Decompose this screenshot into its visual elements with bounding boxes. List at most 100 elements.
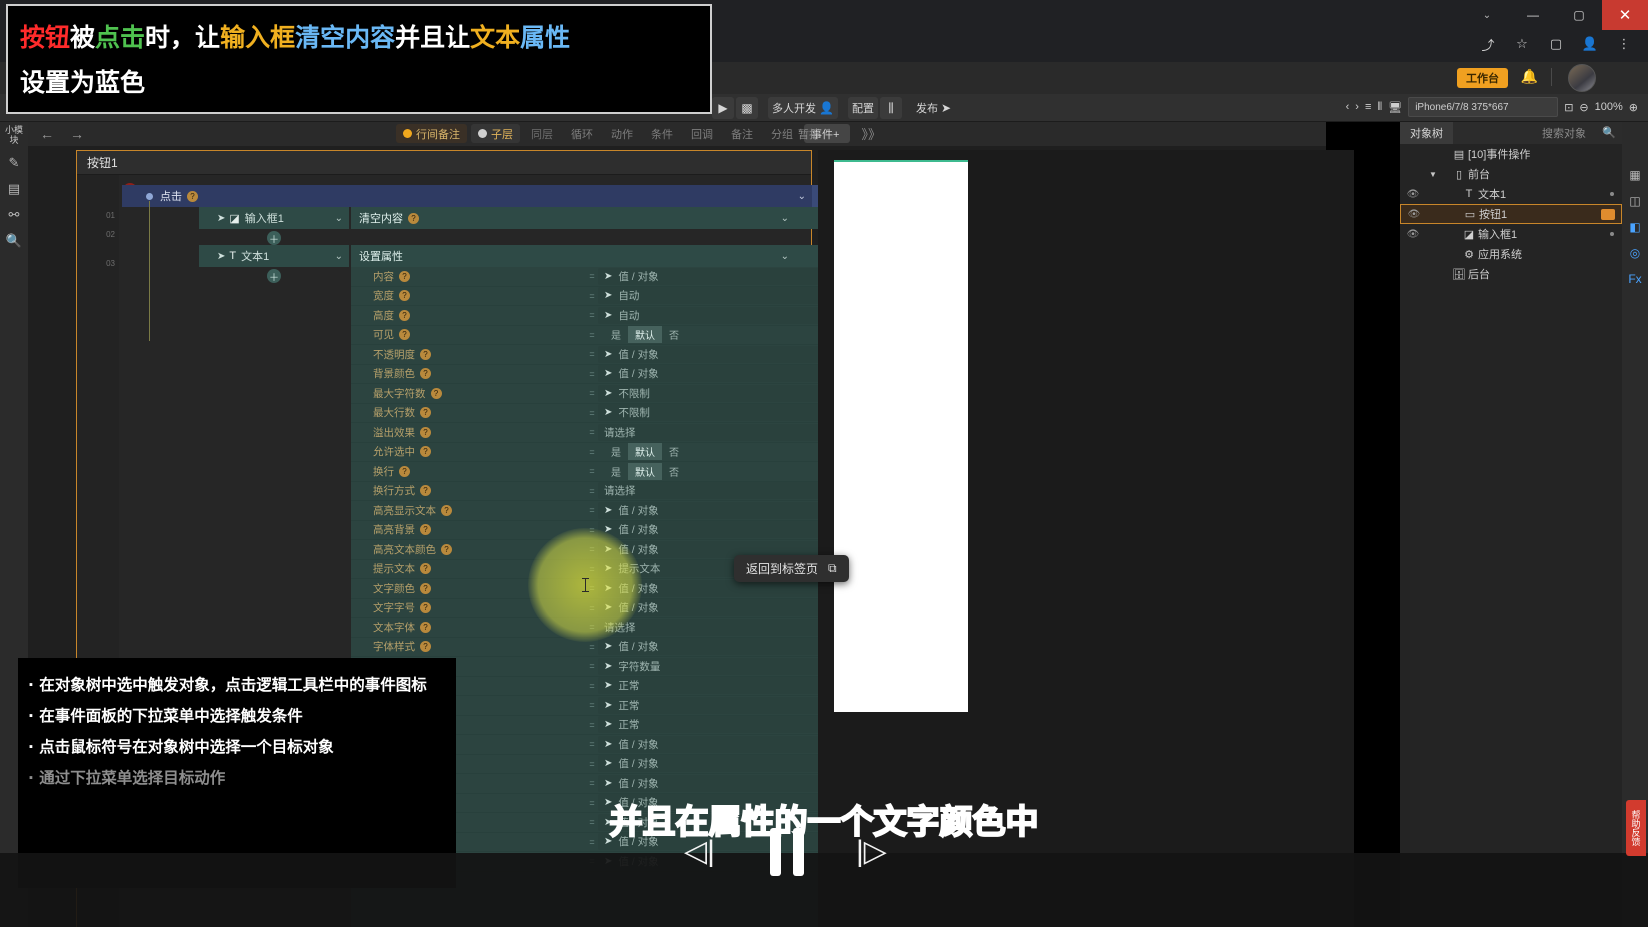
- help-icon[interactable]: ?: [420, 641, 431, 653]
- help-icon[interactable]: ?: [420, 368, 431, 380]
- help-icon[interactable]: ?: [399, 290, 410, 302]
- pause-button[interactable]: [770, 828, 781, 876]
- help-icon[interactable]: ?: [420, 621, 431, 633]
- chip-group[interactable]: 分组: [764, 124, 800, 143]
- pencil-icon[interactable]: ✎: [0, 150, 28, 176]
- help-icon[interactable]: ?: [187, 190, 198, 202]
- chip-loop[interactable]: 循环: [564, 124, 600, 143]
- eye-icon[interactable]: 👁: [1401, 209, 1427, 220]
- chevron-down-icon[interactable]: ▼: [1426, 170, 1440, 179]
- window-icon[interactable]: ▢: [1546, 34, 1566, 54]
- object-tree-row[interactable]: ▼ ▯ 前台: [1400, 164, 1622, 184]
- eye-icon[interactable]: 👁: [1400, 229, 1426, 240]
- qrcode-button[interactable]: ▩: [736, 97, 758, 119]
- help-icon[interactable]: ?: [441, 543, 452, 555]
- action-do-selector[interactable]: 清空内容 ? ⌄: [351, 207, 819, 229]
- segment-option[interactable]: 否: [662, 443, 686, 460]
- chip-sub-layer[interactable]: 子层: [471, 124, 520, 143]
- segment-option[interactable]: 是: [604, 463, 628, 480]
- fit-screen-icon[interactable]: ⊡: [1564, 101, 1573, 114]
- preview-run-button[interactable]: ▶: [712, 97, 734, 119]
- segmented-control[interactable]: 是默认否: [604, 462, 686, 480]
- config-button[interactable]: 配置: [847, 97, 878, 119]
- pause-button[interactable]: [793, 828, 804, 876]
- layers-icon[interactable]: ▤: [0, 176, 28, 202]
- phone-preview[interactable]: [834, 160, 968, 712]
- share-icon[interactable]: ⤴: [1478, 34, 1498, 54]
- api-icon[interactable]: ◎: [1622, 240, 1648, 266]
- segment-option[interactable]: 否: [662, 326, 686, 343]
- help-icon[interactable]: ?: [420, 602, 431, 614]
- zoom-in-button[interactable]: ⊕: [1629, 101, 1638, 114]
- help-icon[interactable]: ?: [399, 329, 410, 341]
- publish-button[interactable]: 发布 ➤: [912, 97, 955, 119]
- object-tree-row[interactable]: ⚙ 应用系统: [1400, 244, 1622, 264]
- tab-object-tree[interactable]: 对象树: [1400, 122, 1453, 144]
- action-do-selector[interactable]: 设置属性 ⌄: [351, 245, 819, 267]
- next-page-button[interactable]: ›: [1355, 101, 1359, 113]
- object-tree-row[interactable]: 👁 T 文本1: [1400, 184, 1622, 204]
- help-icon[interactable]: ?: [420, 563, 431, 575]
- sliders-button[interactable]: ⫼: [879, 97, 902, 119]
- help-icon[interactable]: ?: [420, 407, 431, 419]
- action-object-selector[interactable]: ➤ T 文本1 ⌄: [199, 245, 349, 267]
- chip-action[interactable]: 动作: [604, 124, 640, 143]
- segment-option[interactable]: 是: [604, 326, 628, 343]
- collapse-label[interactable]: 暂折: [798, 126, 820, 142]
- trigger-row[interactable]: 点击 ? ⌄: [122, 185, 812, 207]
- add-object-button[interactable]: ＋: [267, 231, 281, 246]
- object-tree-row[interactable]: ▤ [10]事件操作: [1400, 144, 1622, 164]
- search-icon[interactable]: 🔍: [1602, 126, 1616, 139]
- help-icon[interactable]: ?: [420, 485, 431, 497]
- device-icon[interactable]: 🖥: [1388, 101, 1402, 114]
- workspace-button[interactable]: 工作台: [1457, 68, 1508, 88]
- help-icon[interactable]: ?: [420, 524, 431, 536]
- chip-line-note[interactable]: 行间备注: [396, 124, 467, 143]
- multi-dev-button[interactable]: 多人开发 👤: [768, 97, 838, 119]
- star-icon[interactable]: ☆: [1512, 34, 1532, 54]
- help-icon[interactable]: ?: [420, 348, 431, 360]
- help-icon[interactable]: ?: [399, 309, 410, 321]
- chevron-down-icon[interactable]: ⌄: [781, 251, 789, 262]
- nav-forward-button[interactable]: →: [70, 126, 84, 142]
- help-icon[interactable]: ?: [430, 387, 442, 399]
- component-icon[interactable]: ◫: [1622, 188, 1648, 214]
- segment-option[interactable]: 是: [604, 443, 628, 460]
- help-icon[interactable]: ?: [408, 212, 419, 224]
- style-icon[interactable]: ◧: [1622, 214, 1648, 240]
- help-icon[interactable]: ?: [399, 465, 410, 477]
- segmented-control[interactable]: 是默认否: [604, 443, 686, 461]
- prev-frame-button[interactable]: ◁|: [684, 834, 715, 869]
- tab-search-object[interactable]: 搜索对象: [1532, 122, 1596, 144]
- avatar[interactable]: [1568, 64, 1596, 92]
- segment-option[interactable]: 默认: [628, 462, 662, 480]
- help-icon[interactable]: ?: [420, 426, 431, 438]
- segment-option[interactable]: 否: [662, 463, 686, 480]
- next-frame-button[interactable]: |▷: [856, 834, 887, 869]
- search-icon[interactable]: 🔍: [0, 228, 28, 254]
- segmented-control[interactable]: 是默认否: [604, 326, 686, 344]
- maximize-button[interactable]: ▢: [1556, 0, 1602, 30]
- grid-icon[interactable]: ▦: [1622, 162, 1648, 188]
- help-icon[interactable]: ?: [441, 504, 452, 516]
- help-icon[interactable]: ?: [399, 270, 410, 282]
- object-tree-row[interactable]: 🗄 后台: [1400, 264, 1622, 284]
- object-tree-row[interactable]: 👁 ▭ 按钮1: [1400, 204, 1622, 224]
- segment-option[interactable]: 默认: [628, 326, 662, 344]
- distribute-icon[interactable]: ⦀: [1377, 101, 1382, 114]
- nav-back-button[interactable]: ←: [40, 126, 54, 142]
- segment-option[interactable]: 默认: [628, 443, 662, 461]
- prev-page-button[interactable]: ‹: [1346, 101, 1350, 113]
- chip-condition[interactable]: 条件: [644, 124, 680, 143]
- chip-more[interactable]: 》》: [854, 124, 888, 143]
- object-tree-row[interactable]: 👁 ◪ 输入框1: [1400, 224, 1622, 244]
- zoom-out-button[interactable]: ⊖: [1579, 101, 1588, 114]
- close-button[interactable]: ✕: [1602, 0, 1648, 30]
- profile-icon[interactable]: 👤: [1580, 34, 1600, 54]
- add-object-button[interactable]: ＋: [267, 269, 281, 284]
- action-object-selector[interactable]: ➤ ◪ 输入框1 ⌄: [199, 207, 349, 229]
- help-icon[interactable]: ?: [420, 582, 431, 594]
- bell-icon[interactable]: 🔔: [1521, 68, 1538, 85]
- device-select[interactable]: iPhone6/7/8 375*667: [1408, 97, 1559, 117]
- chevron-down-icon[interactable]: ⌄: [335, 251, 343, 262]
